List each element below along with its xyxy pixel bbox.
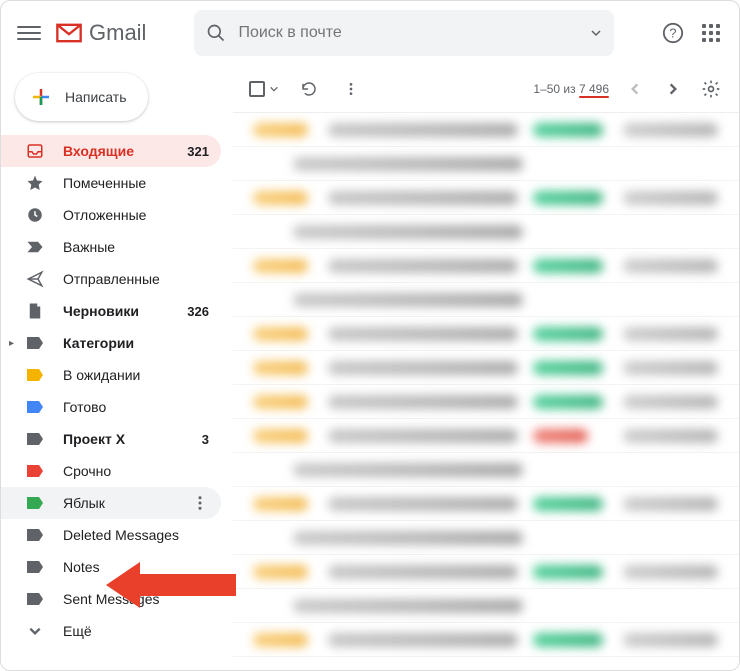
more-actions-button[interactable] (339, 77, 363, 101)
expand-icon (25, 621, 45, 641)
important-icon (25, 237, 45, 257)
sidebar-item-0[interactable]: Входящие 321 (1, 135, 221, 167)
message-row[interactable] (233, 521, 739, 555)
search-icon (206, 23, 226, 43)
page-next-button[interactable] (661, 77, 685, 101)
sidebar-item-1[interactable]: Помеченные (1, 167, 221, 199)
sidebar-item-label: Яблык (63, 495, 155, 511)
sidebar-item-6[interactable]: ▸Категории (1, 327, 221, 359)
app-name: Gmail (89, 20, 146, 46)
sidebar-item-label: Отправленные (63, 271, 191, 287)
tag-icon (25, 461, 45, 481)
header: Gmail ? (1, 1, 739, 65)
sidebar-item-label: Отложенные (63, 207, 191, 223)
search-input[interactable] (236, 23, 580, 43)
apps-icon[interactable] (699, 21, 723, 45)
sidebar-item-2[interactable]: Отложенные (1, 199, 221, 231)
draft-icon (25, 301, 45, 321)
tag-icon (25, 557, 45, 577)
sidebar-item-12[interactable]: Deleted Messages (1, 519, 221, 551)
plus-icon (29, 85, 53, 109)
more-icon[interactable] (191, 494, 209, 512)
sidebar-item-13[interactable]: Notes (1, 551, 221, 583)
compose-label: Написать (65, 89, 126, 105)
nav-list: Входящие 321 Помеченные Отложенные Важные Отп… (1, 135, 233, 647)
message-row[interactable] (233, 283, 739, 317)
sidebar-item-label: Sent Messages (63, 591, 191, 607)
category-icon (25, 333, 45, 353)
message-row[interactable] (233, 385, 739, 419)
page-prev-button[interactable] (623, 77, 647, 101)
tag-icon (25, 525, 45, 545)
tag-icon (25, 429, 45, 449)
sidebar-item-label: Срочно (63, 463, 191, 479)
sidebar-item-count: 3 (202, 432, 209, 447)
sidebar-item-label: Черновики (63, 303, 169, 319)
toolbar: 1–50 из 7 496 (233, 65, 739, 113)
main-panel: 1–50 из 7 496 Ялык (233, 65, 739, 670)
gmail-logo[interactable]: Gmail (55, 20, 146, 46)
sidebar-item-label: Важные (63, 239, 191, 255)
sidebar-item-label: Помеченные (63, 175, 191, 191)
clock-icon (25, 205, 45, 225)
inbox-icon (25, 141, 45, 161)
help-icon[interactable]: ? (661, 21, 685, 45)
sidebar-item-count: 321 (187, 144, 209, 159)
search-dropdown-icon[interactable] (590, 27, 602, 39)
message-row[interactable] (233, 555, 739, 589)
sidebar-item-9[interactable]: Проект X 3 (1, 423, 221, 455)
message-row[interactable] (233, 453, 739, 487)
message-row[interactable] (233, 419, 739, 453)
message-row[interactable] (233, 215, 739, 249)
settings-button[interactable] (699, 77, 723, 101)
message-row[interactable] (233, 623, 739, 657)
refresh-button[interactable] (297, 77, 321, 101)
message-row[interactable] (233, 249, 739, 283)
sidebar-item-7[interactable]: В ожидании (1, 359, 221, 391)
tag-icon (25, 589, 45, 609)
message-row[interactable] (233, 317, 739, 351)
sidebar-item-count: 326 (187, 304, 209, 319)
sidebar-item-label: Готово (63, 399, 191, 415)
message-row[interactable] (233, 589, 739, 623)
sidebar-item-15[interactable]: Ещё (1, 615, 221, 647)
sidebar-item-5[interactable]: Черновики 326 (1, 295, 221, 327)
sidebar-item-label: Deleted Messages (63, 527, 191, 543)
sidebar-item-8[interactable]: Готово (1, 391, 221, 423)
checkbox-icon (249, 81, 265, 97)
search-bar[interactable] (194, 10, 614, 56)
sidebar-item-4[interactable]: Отправленные (1, 263, 221, 295)
sidebar-item-10[interactable]: Срочно (1, 455, 221, 487)
star-icon (25, 173, 45, 193)
sidebar-item-label: Ещё (63, 623, 191, 639)
chevron-down-icon (269, 84, 279, 94)
sidebar-item-3[interactable]: Важные (1, 231, 221, 263)
sidebar-item-label: Проект X (63, 431, 184, 447)
gmail-icon (55, 22, 83, 44)
sidebar: Написать Входящие 321 Помеченные Отложенные… (1, 65, 233, 670)
message-row[interactable] (233, 487, 739, 521)
sidebar-item-label: Входящие (63, 143, 169, 159)
sidebar-item-label: Категории (63, 335, 191, 351)
tag-icon (25, 397, 45, 417)
message-row[interactable] (233, 181, 739, 215)
tag-icon (25, 493, 45, 513)
select-all[interactable] (249, 81, 279, 97)
tag-icon (25, 365, 45, 385)
svg-text:?: ? (669, 26, 676, 41)
compose-button[interactable]: Написать (15, 73, 148, 121)
send-icon (25, 269, 45, 289)
message-row[interactable] (233, 351, 739, 385)
message-row[interactable] (233, 147, 739, 181)
message-list: Ялык (233, 113, 739, 670)
menu-icon[interactable] (17, 22, 41, 44)
pager-text: 1–50 из 7 496 (533, 82, 609, 96)
message-row[interactable] (233, 113, 739, 147)
sidebar-item-label: Notes (63, 559, 191, 575)
sidebar-item-label: В ожидании (63, 367, 191, 383)
sidebar-item-14[interactable]: Sent Messages (1, 583, 221, 615)
sidebar-item-11[interactable]: Яблык (1, 487, 221, 519)
